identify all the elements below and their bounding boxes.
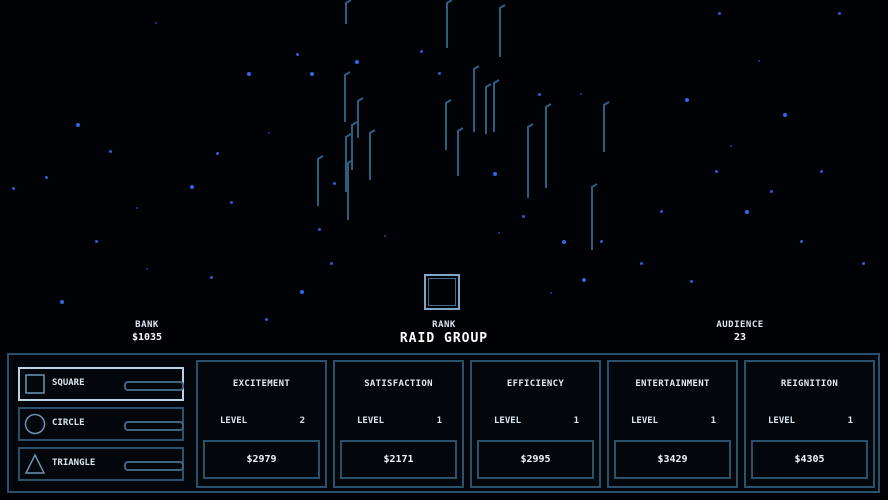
falling-note-line — [485, 83, 492, 134]
falling-note-line — [351, 121, 358, 170]
buy-efficiency-button[interactable]: $2995 — [477, 440, 594, 479]
triangle-cooldown-bar — [124, 461, 184, 471]
shape-button-square[interactable]: SQUARE — [18, 367, 184, 401]
falling-note-line — [603, 101, 610, 152]
upgrade-level-value: 1 — [436, 416, 442, 426]
star — [265, 318, 268, 321]
falling-note-line — [591, 183, 598, 250]
falling-note-line — [545, 103, 552, 188]
star — [550, 292, 552, 294]
buy-excitement-button[interactable]: $2979 — [203, 440, 320, 479]
audience-value: 23 — [733, 332, 747, 343]
control-panel: SQUARE CIRCLE TRIANGLE EXCITEMENT LEVEL … — [7, 353, 880, 493]
falling-note-line — [445, 99, 452, 150]
falling-note-line — [473, 65, 480, 132]
upgrade-level-label: LEVEL — [220, 416, 248, 426]
square-icon — [24, 373, 46, 395]
buy-entertainment-button[interactable]: $3429 — [614, 440, 731, 479]
falling-note-line — [369, 129, 376, 180]
player-square — [424, 274, 460, 310]
rank-value: RAID GROUP — [399, 331, 489, 346]
shape-label-square: SQUARE — [52, 378, 85, 388]
upgrade-level-value: 1 — [710, 416, 716, 426]
upgrade-name: EFFICIENCY — [506, 379, 565, 389]
square-cooldown-bar — [124, 381, 184, 391]
falling-note-line — [527, 123, 534, 198]
upgrade-level-label: LEVEL — [494, 416, 522, 426]
bank-label: BANK — [135, 320, 159, 330]
falling-note-line — [345, 0, 352, 24]
falling-note-line — [344, 71, 351, 122]
circle-cooldown-bar — [124, 421, 184, 431]
rank-label: RANK — [432, 320, 456, 330]
falling-note-line — [499, 4, 506, 57]
upgrade-card-entertainment: ENTERTAINMENT LEVEL 1 $3429 — [607, 360, 738, 488]
upgrade-name: REIGNITION — [780, 379, 839, 389]
upgrade-level-value: 1 — [573, 416, 579, 426]
audience-label: AUDIENCE — [716, 320, 764, 330]
bank-value: $1035 — [131, 332, 163, 343]
upgrade-name: SATISFACTION — [364, 379, 433, 389]
falling-note-line — [446, 0, 453, 48]
rank-stat: RANK RAID GROUP — [374, 320, 514, 346]
shape-label-triangle: TRIANGLE — [52, 458, 96, 468]
upgrade-card-reignition: REIGNITION LEVEL 1 $4305 — [744, 360, 875, 488]
falling-note-line — [493, 79, 500, 132]
upgrade-name: EXCITEMENT — [232, 379, 291, 389]
upgrade-name: ENTERTAINMENT — [635, 379, 710, 389]
upgrade-level-label: LEVEL — [357, 416, 385, 426]
star — [862, 262, 865, 265]
circle-icon — [24, 413, 46, 435]
falling-note-line — [357, 97, 364, 138]
falling-note-line — [457, 127, 464, 176]
star — [210, 276, 213, 279]
triangle-icon — [24, 453, 46, 475]
star — [330, 262, 333, 265]
upgrade-card-efficiency: EFFICIENCY LEVEL 1 $2995 — [470, 360, 601, 488]
upgrade-card-satisfaction: SATISFACTION LEVEL 1 $2171 — [333, 360, 464, 488]
falling-note-line — [317, 155, 324, 206]
star — [582, 278, 586, 282]
star — [640, 262, 643, 265]
shape-button-triangle[interactable]: TRIANGLE — [18, 447, 184, 481]
falling-notes-field — [317, 0, 610, 250]
star — [146, 268, 148, 270]
bank-stat: BANK $1035 — [117, 320, 177, 343]
buy-satisfaction-button[interactable]: $2171 — [340, 440, 457, 479]
buy-reignition-button[interactable]: $4305 — [751, 440, 868, 479]
upgrade-level-label: LEVEL — [768, 416, 796, 426]
upgrade-level-label: LEVEL — [631, 416, 659, 426]
star — [60, 300, 64, 304]
star — [690, 280, 693, 283]
upgrade-level-value: 1 — [847, 416, 853, 426]
upgrade-card-excitement: EXCITEMENT LEVEL 2 $2979 — [196, 360, 327, 488]
audience-stat: AUDIENCE 23 — [705, 320, 775, 343]
star — [300, 290, 304, 294]
upgrade-level-value: 2 — [299, 416, 305, 426]
shape-button-circle[interactable]: CIRCLE — [18, 407, 184, 441]
shape-label-circle: CIRCLE — [52, 418, 85, 428]
